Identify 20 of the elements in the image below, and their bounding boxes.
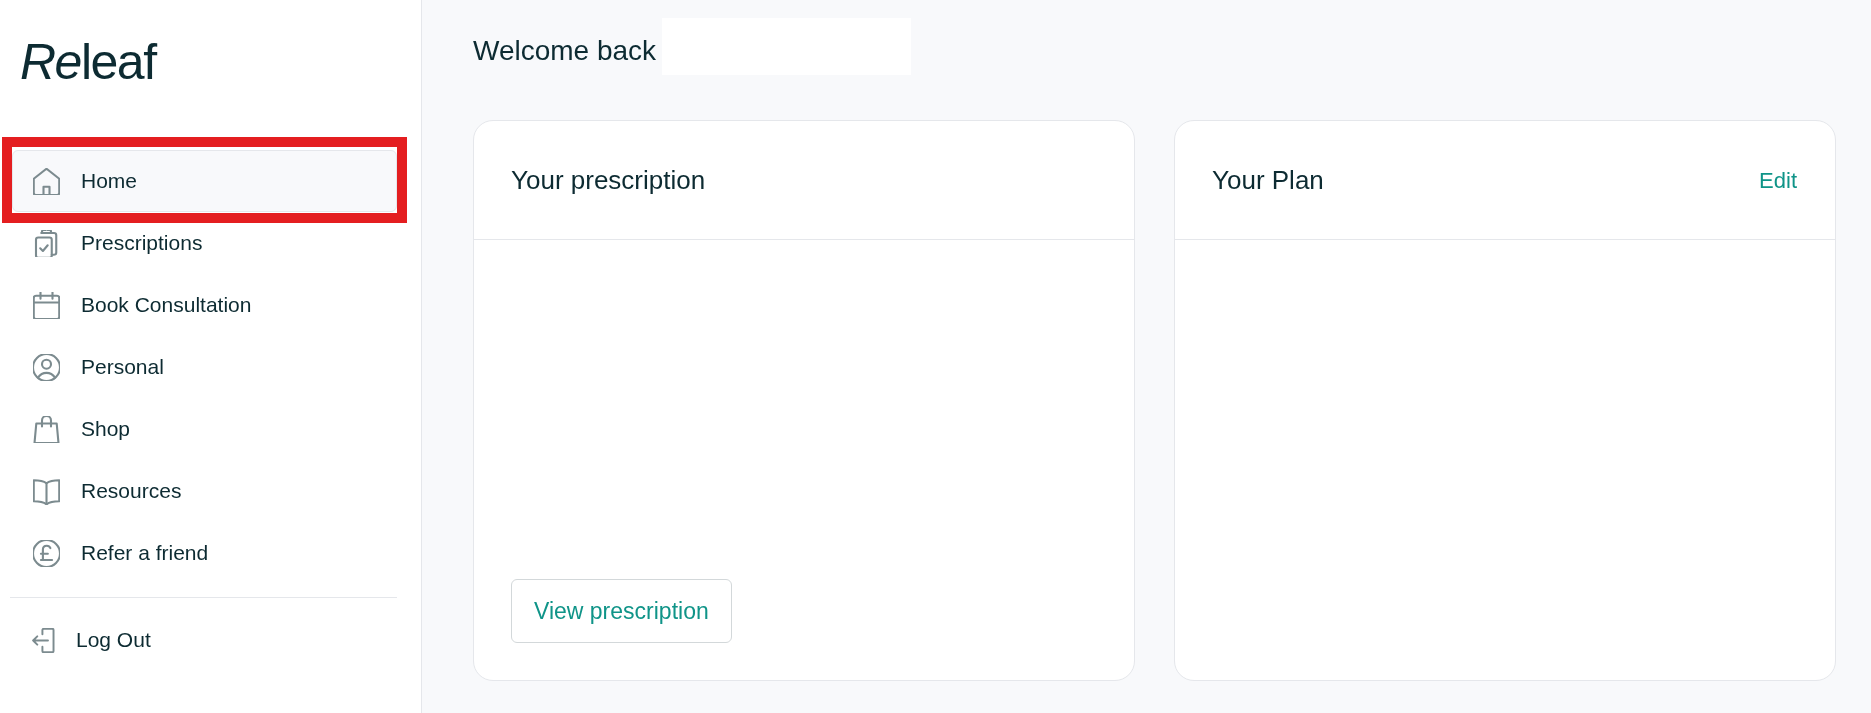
card-title: Your prescription xyxy=(511,163,706,197)
nav-item[interactable]: Refer a friend xyxy=(12,522,397,584)
log-out-icon xyxy=(32,627,57,653)
logo: Releaf xyxy=(20,37,156,87)
welcome-heading: Welcome back xyxy=(473,33,657,68)
home-icon xyxy=(33,167,60,195)
nav-item[interactable]: Prescriptions xyxy=(12,212,397,274)
shopping-bag-icon xyxy=(33,415,60,443)
nav-item[interactable]: Personal xyxy=(12,336,397,398)
clipboard-check-icon xyxy=(33,229,60,257)
nav-item[interactable]: Resources xyxy=(12,460,397,522)
view-prescription-button[interactable]: View prescription xyxy=(511,579,732,643)
edit-link[interactable]: Edit xyxy=(1759,163,1797,197)
log-out-button[interactable]: Log Out xyxy=(12,609,397,671)
open-book-icon xyxy=(33,477,60,505)
calendar-icon xyxy=(33,291,60,319)
nav-item[interactable]: Book Consultation xyxy=(12,274,397,336)
nav-item[interactable]: Shop xyxy=(12,398,397,460)
card-title: Your Plan xyxy=(1212,163,1324,197)
nav-item[interactable]: Home xyxy=(12,150,397,212)
